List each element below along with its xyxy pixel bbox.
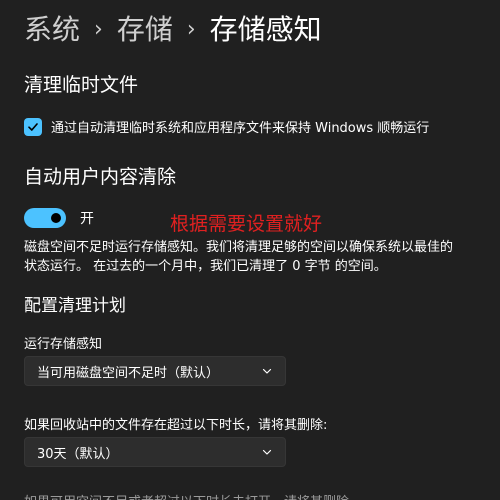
run-storage-sense-dropdown[interactable]: 当可用磁盘空间不足时（默认）	[24, 356, 286, 386]
schedule-heading: 配置清理计划	[24, 296, 126, 316]
breadcrumb-system[interactable]: 系统	[24, 10, 80, 50]
checkmark-icon	[28, 122, 38, 131]
toggle-state-label: 开	[80, 211, 94, 227]
cleanup-temp-heading: 清理临时文件	[24, 74, 139, 96]
chevron-down-icon	[262, 368, 272, 374]
storage-sense-toggle-row: 开	[24, 208, 94, 228]
storage-sense-toggle[interactable]	[24, 208, 66, 228]
run-storage-sense-value: 当可用磁盘空间不足时（默认）	[37, 365, 220, 381]
toggle-knob	[51, 213, 61, 223]
breadcrumb-separator: ›	[186, 17, 196, 42]
recycle-bin-dropdown[interactable]: 30天（默认）	[24, 437, 286, 467]
run-storage-sense-label: 运行存储感知	[24, 337, 103, 352]
cleanup-temp-checkbox-label: 通过自动清理临时系统和应用程序文件来保持 Windows 顺畅运行	[51, 121, 430, 136]
storage-sense-description: 磁盘空间不足时运行存储感知。我们将清理足够的空间以确保系统以最佳的状态运行。 在…	[24, 240, 454, 274]
breadcrumb-separator: ›	[94, 17, 103, 42]
auto-cleanup-heading: 自动用户内容清除	[24, 166, 177, 188]
recycle-bin-value: 30天（默认）	[37, 446, 119, 462]
cleanup-temp-checkbox[interactable]	[24, 117, 42, 136]
settings-page: 系统 › 存储 › 存储感知 清理临时文件 通过自动清理临时系统和应用程序文件来…	[0, 0, 500, 500]
page-title: 存储感知	[209, 13, 322, 46]
chevron-down-icon	[262, 449, 272, 455]
downloads-label-partial: 如果可用空间不足或者超过以下时长未打开，请将其删除	[24, 491, 349, 500]
breadcrumb: 系统 › 存储 › 存储感知	[24, 10, 322, 50]
recycle-bin-label: 如果回收站中的文件存在超过以下时长，请将其删除:	[24, 418, 328, 433]
breadcrumb-storage[interactable]: 存储	[117, 10, 173, 50]
cleanup-temp-option[interactable]: 通过自动清理临时系统和应用程序文件来保持 Windows 顺畅运行	[24, 117, 429, 136]
annotation-text: 根据需要设置就好	[170, 213, 323, 235]
